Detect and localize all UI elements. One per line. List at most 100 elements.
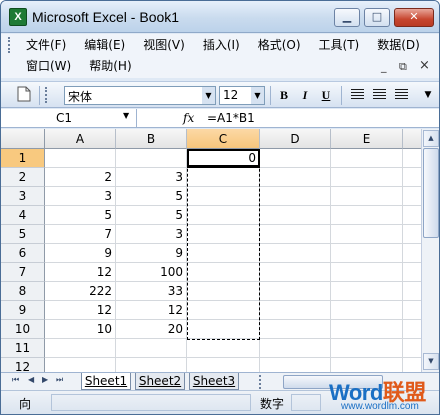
cell-b6[interactable]: 9 [116,244,187,262]
row-header-6[interactable]: 6 [1,244,45,263]
status-mode-text: 数字 [260,397,285,411]
cell-a5[interactable]: 7 [45,225,116,243]
cell-a4[interactable]: 5 [45,206,116,224]
menu-row-secondary: 窗口(W) 帮助(H) [17,56,141,76]
chevron-down-icon[interactable]: ▼ [123,111,129,120]
menu-edit[interactable]: 编辑(E) [75,35,134,55]
active-cell-cursor[interactable] [187,149,260,168]
doc-restore-button[interactable]: ⧉ [399,60,407,74]
maximize-button[interactable]: □ [364,8,390,27]
formatting-toolbar: 宋体 ▼ 12 ▼ B I U ▼ [1,81,439,108]
cell-a9[interactable]: 12 [45,301,116,319]
column-header-partial[interactable] [403,129,421,149]
column-header-e[interactable]: E [331,129,403,149]
align-center-icon[interactable] [373,89,386,100]
cell-b4[interactable]: 5 [116,206,187,224]
window-title: Microsoft Excel - Book1 [32,9,180,25]
column-header-b[interactable]: B [116,129,187,149]
row-header-4[interactable]: 4 [1,206,45,225]
cell-a3[interactable]: 3 [45,187,116,205]
excel-app-icon[interactable]: X [9,8,27,26]
align-right-icon[interactable] [395,89,408,100]
toolbar-separator [270,86,271,105]
menu-row-main: 文件(F) 编辑(E) 视图(V) 插入(I) 格式(O) 工具(T) 数据(D… [17,35,429,55]
row-header-9[interactable]: 9 [1,301,45,320]
menu-insert[interactable]: 插入(I) [194,35,249,55]
row-header-3[interactable]: 3 [1,187,45,206]
bold-button[interactable]: B [275,86,293,104]
next-sheet-icon[interactable]: ▶ [42,375,48,384]
cell-a10[interactable]: 10 [45,320,116,338]
tab-sheet1[interactable]: Sheet1 [81,373,131,390]
underline-button[interactable]: U [317,86,335,104]
first-sheet-icon[interactable]: ⏮ [12,375,19,385]
cell-b3[interactable]: 5 [116,187,187,205]
menu-tools[interactable]: 工具(T) [310,35,369,55]
formula-input[interactable]: =A1*B1 [207,111,255,125]
menu-grip-handle[interactable] [8,37,11,53]
row-header-8[interactable]: 8 [1,282,45,301]
cell-a6[interactable]: 9 [45,244,116,262]
status-ready-text: 向 [19,397,32,411]
row-header-1[interactable]: 1 [1,149,45,168]
menu-view[interactable]: 视图(V) [134,35,194,55]
vertical-scroll-thumb[interactable] [423,148,439,238]
watermark-url: www.wordlm.com [341,401,419,412]
font-name-dropdown[interactable]: 宋体 ▼ [64,86,216,105]
row-header-2[interactable]: 2 [1,168,45,187]
close-button[interactable]: ✕ [394,8,434,27]
row-header-11[interactable]: 11 [1,339,45,358]
chevron-down-icon[interactable]: ▼ [251,87,264,104]
cell-b5[interactable]: 3 [116,225,187,243]
row-header-10[interactable]: 10 [1,320,45,339]
name-box[interactable]: C1 ▼ [1,109,137,128]
vertical-scrollbar[interactable]: ▲ ▼ [421,129,439,372]
row-header-12[interactable]: 12 [1,358,45,372]
cell-b8[interactable]: 33 [116,282,187,300]
prev-sheet-icon[interactable]: ◀ [28,375,34,384]
tab-sheet2[interactable]: Sheet2 [135,373,185,390]
scroll-up-icon[interactable]: ▲ [423,130,439,147]
toolbar-separator [341,86,342,105]
toolbar-options-icon[interactable]: ▼ [419,86,437,104]
cell-b2[interactable]: 3 [116,168,187,186]
cell-b9[interactable]: 12 [116,301,187,319]
align-left-icon[interactable] [351,89,364,100]
menu-bar: 文件(F) 编辑(E) 视图(V) 插入(I) 格式(O) 工具(T) 数据(D… [1,34,439,78]
doc-minimize-button[interactable]: _ [381,60,387,73]
italic-button[interactable]: I [296,86,314,104]
tab-split-handle[interactable] [259,375,262,389]
minimize-button[interactable]: ▁ [334,8,360,27]
row-header-7[interactable]: 7 [1,263,45,282]
cell-a2[interactable]: 2 [45,168,116,186]
column-header-d[interactable]: D [260,129,331,149]
copy-marquee-range [187,149,260,340]
menu-file[interactable]: 文件(F) [17,35,75,55]
font-name-value: 宋体 [68,90,93,104]
new-document-icon[interactable] [15,86,33,104]
cell-a7[interactable]: 12 [45,263,116,281]
tab-sheet3[interactable]: Sheet3 [189,373,239,390]
worksheet-grid[interactable]: A B C D E 1 2 3 4 5 6 7 8 9 10 11 12 0 2 3 3 5 5 5 7 3 9 9 12 100 222 3… [1,129,421,372]
menu-help[interactable]: 帮助(H) [80,56,140,76]
cell-b7[interactable]: 100 [116,263,187,281]
doc-close-button[interactable]: × [419,58,430,73]
cell-b10[interactable]: 20 [116,320,187,338]
last-sheet-icon[interactable]: ⏭ [56,375,63,385]
menu-window[interactable]: 窗口(W) [17,56,80,76]
menu-data[interactable]: 数据(D) [368,35,429,55]
select-all-corner[interactable] [1,129,45,149]
toolbar-grip-handle[interactable] [45,87,48,103]
menu-format[interactable]: 格式(O) [249,35,310,55]
column-header-c[interactable]: C [187,129,260,149]
scroll-down-icon[interactable]: ▼ [423,353,439,370]
row-header-5[interactable]: 5 [1,225,45,244]
name-box-value: C1 [56,111,73,125]
font-size-dropdown[interactable]: 12 ▼ [219,86,265,105]
toolbar-separator [39,86,40,105]
chevron-down-icon[interactable]: ▼ [202,87,215,104]
insert-function-button[interactable]: fx [183,111,194,125]
title-bar[interactable]: X Microsoft Excel - Book1 ▁ □ ✕ [1,1,439,33]
column-header-a[interactable]: A [45,129,116,149]
cell-a8[interactable]: 222 [45,282,116,300]
